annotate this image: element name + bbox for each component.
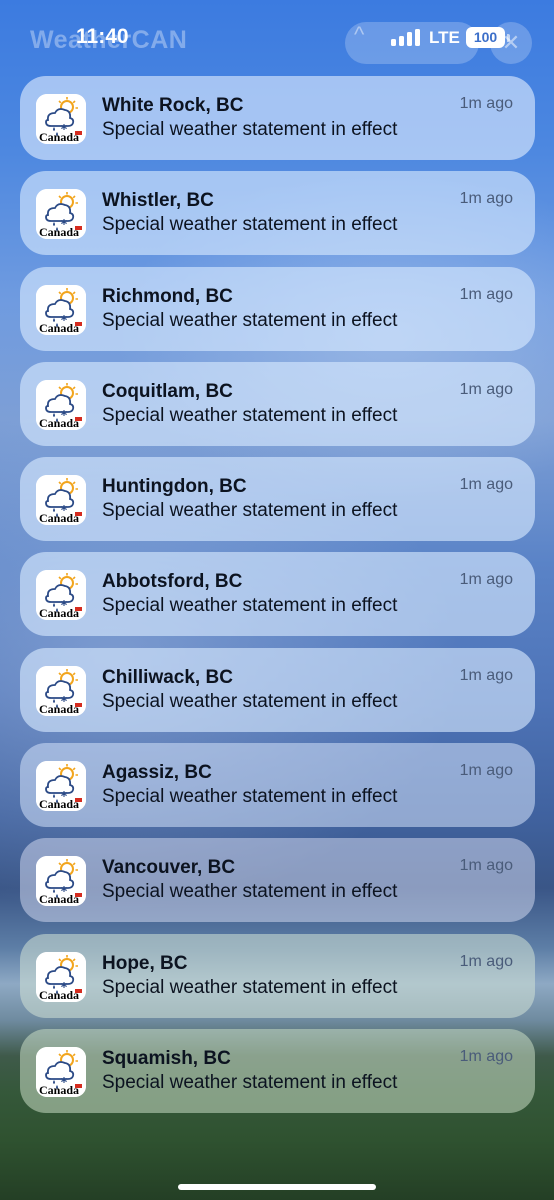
canada-weather-icon: Canada <box>36 1046 86 1097</box>
canada-weather-icon: Canada <box>36 475 86 526</box>
canada-weather-icon: Canada <box>36 189 86 240</box>
notification-card[interactable]: Canada Whistler, BC Special weather stat… <box>20 171 535 256</box>
canada-wordmark: Canada <box>39 797 80 812</box>
notification-card[interactable]: Canada Squamish, BC Special weather stat… <box>20 1028 535 1113</box>
canada-wordmark: Canada <box>39 987 80 1002</box>
canada-weather-icon: Canada <box>36 284 86 335</box>
notification-title: Chilliwack, BC <box>102 666 233 688</box>
canada-flag-mark <box>75 512 82 517</box>
canada-wordmark: Canada <box>39 415 80 430</box>
canada-flag-mark <box>75 798 82 803</box>
canada-wordmark: Canada <box>39 320 80 335</box>
canada-flag-mark <box>75 702 82 707</box>
notification-timestamp: 1m ago <box>459 285 513 303</box>
canada-flag-mark <box>75 226 82 231</box>
notification-title: White Rock, BC <box>102 95 244 116</box>
canada-flag-mark <box>75 321 82 326</box>
notification-title: Coquitlam, BC <box>102 380 233 402</box>
canada-weather-icon: Canada <box>36 379 86 430</box>
notification-body: Special weather statement in effect <box>102 881 398 903</box>
notification-body: Special weather statement in effect <box>102 976 398 998</box>
home-indicator[interactable] <box>178 1184 376 1190</box>
notification-timestamp: 1m ago <box>459 380 513 398</box>
notification-body: Special weather statement in effect <box>102 500 398 522</box>
notification-title: Hope, BC <box>102 952 188 974</box>
canada-weather-icon: Canada <box>36 761 86 812</box>
notification-title: Vancouver, BC <box>102 857 236 879</box>
notification-timestamp: 1m ago <box>459 190 513 208</box>
notification-title: Squamish, BC <box>102 1047 231 1069</box>
notification-title: Abbotsford, BC <box>102 571 243 593</box>
canada-flag-mark <box>75 607 82 612</box>
notification-body: Special weather statement in effect <box>102 595 398 617</box>
notification-timestamp: 1m ago <box>459 952 513 970</box>
notification-title: Whistler, BC <box>102 190 214 212</box>
battery-icon: 100 <box>466 27 505 48</box>
notification-card[interactable]: Canada Abbotsford, BC Special weather st… <box>20 552 535 637</box>
notification-card[interactable]: Canada Chilliwack, BC Special weather st… <box>20 647 535 732</box>
notification-card[interactable]: Canada Agassiz, BC Special weather state… <box>20 743 535 828</box>
canada-flag-mark <box>75 1083 82 1088</box>
canada-flag-mark <box>75 131 82 135</box>
canada-wordmark: Canada <box>39 511 80 526</box>
cellular-signal-icon <box>391 29 421 46</box>
notification-title: Richmond, BC <box>102 285 233 307</box>
notification-timestamp: 1m ago <box>459 666 513 684</box>
canada-weather-icon: Canada <box>36 856 86 907</box>
canada-wordmark: Canada <box>39 130 80 144</box>
canada-wordmark: Canada <box>39 892 80 907</box>
canada-wordmark: Canada <box>39 701 80 716</box>
notification-card[interactable]: Canada Hope, BC Special weather statemen… <box>20 933 535 1018</box>
canada-weather-icon: Canada <box>36 570 86 621</box>
canada-weather-icon: Canada <box>36 951 86 1002</box>
network-type-label: LTE <box>429 28 460 47</box>
notification-body: Special weather statement in effect <box>102 214 398 236</box>
notification-title: Agassiz, BC <box>102 762 212 784</box>
notification-card[interactable]: Canada Coquitlam, BC Special weather sta… <box>20 361 535 446</box>
notification-timestamp: 1m ago <box>459 95 513 112</box>
notification-body: Special weather statement in effect <box>102 1071 398 1093</box>
notification-card[interactable]: Canada Vancouver, BC Special weather sta… <box>20 838 535 923</box>
canada-weather-icon: Canada <box>36 94 86 144</box>
notification-card[interactable]: Canada Richmond, BC Special weather stat… <box>20 266 535 351</box>
status-bar-time: 11:40 <box>76 25 129 48</box>
canada-wordmark: Canada <box>39 606 80 621</box>
canada-flag-mark <box>75 988 82 993</box>
notification-timestamp: 1m ago <box>459 476 513 494</box>
battery-tip <box>507 34 510 42</box>
notification-card[interactable]: Canada Huntingdon, BC Special weather st… <box>20 457 535 542</box>
canada-flag-mark <box>75 893 82 898</box>
notification-title: Huntingdon, BC <box>102 476 247 498</box>
notification-timestamp: 1m ago <box>459 571 513 589</box>
notification-body: Special weather statement in effect <box>102 404 398 426</box>
notification-timestamp: 1m ago <box>459 762 513 780</box>
canada-weather-icon: Canada <box>36 665 86 716</box>
notification-body: Special weather statement in effect <box>102 690 398 712</box>
notification-body: Special weather statement in effect <box>102 786 398 808</box>
canada-flag-mark <box>75 416 82 421</box>
notification-card[interactable]: Canada White Rock, BC Special weather st… <box>20 76 535 160</box>
notification-body: Special weather statement in effect <box>102 309 398 331</box>
canada-wordmark: Canada <box>39 1082 80 1097</box>
chevron-up-icon: ^ <box>354 22 365 47</box>
notification-body: Special weather statement in effect <box>102 119 398 140</box>
canada-wordmark: Canada <box>39 225 80 240</box>
notification-timestamp: 1m ago <box>459 1047 513 1065</box>
notification-stack: Canada White Rock, BC Special weather st… <box>20 76 535 1124</box>
notification-timestamp: 1m ago <box>459 857 513 875</box>
